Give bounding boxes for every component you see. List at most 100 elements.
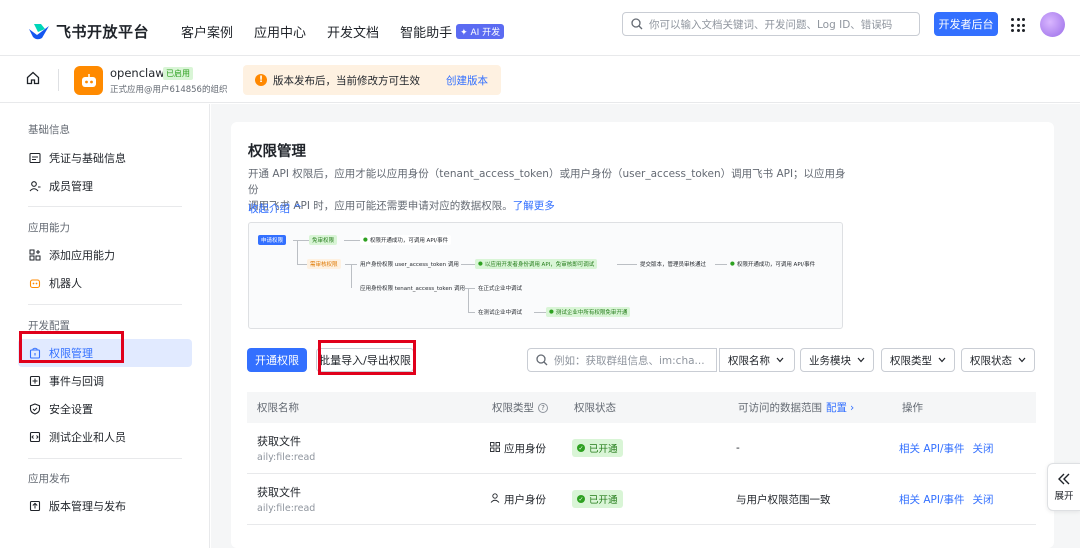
chevron-right-icon: › (850, 401, 855, 414)
permission-search-input[interactable]: 例如：获取群组信息、im:cha... (527, 348, 717, 372)
related-api-link[interactable]: 相关 API/事件 (899, 441, 965, 456)
flow-review: 需审核权限 (307, 259, 341, 269)
robot-icon (28, 277, 41, 290)
flow-apply: 申请权限 (258, 235, 287, 245)
app-identity-icon (490, 441, 500, 455)
permission-flow-diagram: 申请权限 免审权限 ● 权限开通成功，可调用 API/事件 需审核权限 用户身份权… (248, 222, 843, 329)
doc-search-input[interactable]: 你可以输入文档关键词、开发问题、Log ID、错误码 (622, 12, 920, 36)
flow-formal: 在正式企业中调试 (478, 286, 523, 292)
table-row: 获取文件 aily:file:read 应用身份 ✓ 已开通 - 相关 API/事… (247, 423, 1036, 474)
search-icon (536, 354, 548, 366)
col-permission-name: 权限名称 (257, 402, 299, 414)
actions-cell: 相关 API/事件 关闭 (899, 423, 994, 473)
learn-more-link[interactable]: 了解更多 (513, 200, 555, 212)
highlight-box-batch (318, 340, 416, 375)
sidebar-item-members[interactable]: 成员管理 (18, 172, 192, 200)
highlight-box-permissions (19, 331, 124, 363)
member-icon (28, 180, 41, 193)
apps-grid-icon[interactable] (1011, 18, 1025, 32)
flow-connector (468, 312, 475, 313)
flow-connector (297, 240, 298, 264)
chevron-down-icon (1018, 354, 1026, 366)
main-nav: 客户案例 应用中心 开发文档 智能助手 ✦ AI 开发 (181, 22, 525, 41)
app-bar: openclaw 已启用 正式应用@用户614856的组织 ! 版本发布后，当前… (0, 57, 1080, 103)
user-avatar[interactable] (1040, 12, 1065, 37)
flow-user-result: ● 以应用开发者身份调用 API，免审核即可调试 (475, 259, 598, 269)
flow-connector (715, 264, 727, 265)
filter-permission-name[interactable]: 权限名称 (719, 348, 795, 372)
sidebar-group-release: 应用发布 (28, 473, 70, 485)
col-permission-type: 权限类型? (492, 392, 548, 423)
add-capability-icon (28, 249, 41, 262)
flow-free-result: ● 权限开通成功，可调用 API/事件 (360, 235, 452, 245)
app-name: openclaw (110, 66, 165, 80)
flow-connector (461, 264, 475, 265)
permission-status-cell: ✓ 已开通 (572, 474, 623, 524)
filter-business-module[interactable]: 业务模块 (800, 348, 874, 372)
filter-permission-type[interactable]: 权限类型 (881, 348, 955, 372)
table-row: 获取文件 aily:file:read 用户身份 ✓ 已开通 与用户权限范围一致 … (247, 474, 1036, 525)
help-icon: ? (538, 402, 548, 413)
feishu-logo-icon (28, 23, 50, 41)
flow-connector (534, 312, 546, 313)
sidebar-item-credentials[interactable]: 凭证与基础信息 (18, 144, 192, 172)
permission-type-cell: 应用身份 (490, 423, 546, 473)
nav-app-center[interactable]: 应用中心 (254, 22, 306, 41)
expand-panel-button[interactable]: 展开 (1047, 463, 1080, 511)
flow-user-identity: 用户身份权限 user_access_token 调用 (360, 262, 459, 268)
chevron-down-icon (776, 354, 784, 366)
flow-connector (351, 264, 352, 288)
config-link[interactable]: 配置 (826, 400, 847, 415)
search-icon (631, 18, 643, 30)
developer-console-button[interactable]: 开发者后台 (934, 12, 998, 36)
permission-type-cell: 用户身份 (490, 474, 546, 524)
ai-badge: ✦ AI 开发 (456, 24, 505, 39)
col-permission-status: 权限状态 (574, 402, 616, 414)
chevron-down-icon (857, 354, 865, 366)
actions-cell: 相关 API/事件 关闭 (899, 474, 994, 524)
sidebar-item-security[interactable]: 安全设置 (18, 395, 192, 423)
divider (28, 458, 182, 459)
sidebar-group-basic: 基础信息 (28, 124, 70, 136)
permission-name-cell: 获取文件 aily:file:read (257, 435, 316, 463)
collapse-intro-toggle[interactable]: 收起介绍 ^ (248, 201, 302, 216)
chevron-down-icon (938, 354, 946, 366)
publish-icon (28, 500, 41, 513)
home-icon[interactable] (26, 71, 40, 85)
app-status-badge: 已启用 (163, 67, 193, 80)
related-api-link[interactable]: 相关 API/事件 (899, 492, 965, 507)
user-identity-icon (490, 492, 500, 506)
close-permission-link[interactable]: 关闭 (973, 441, 994, 456)
create-version-link[interactable]: 创建版本 (446, 73, 488, 88)
sidebar-item-add-capability[interactable]: 添加应用能力 (18, 241, 192, 269)
app-subtitle: 正式应用@用户614856的组织 (110, 85, 228, 95)
flow-connector (468, 288, 469, 312)
brand-name: 飞书开放平台 (56, 23, 150, 41)
close-permission-link[interactable]: 关闭 (973, 492, 994, 507)
status-badge: ✓ 已开通 (572, 490, 623, 508)
nav-ai-assistant[interactable]: 智能助手 ✦ AI 开发 (400, 22, 505, 41)
divider (58, 69, 59, 91)
flow-connector (617, 264, 637, 265)
sidebar-item-publish[interactable]: 版本管理与发布 (18, 492, 192, 520)
brand-logo[interactable]: 飞书开放平台 (28, 21, 149, 42)
nav-customer-cases[interactable]: 客户案例 (181, 22, 233, 41)
test-icon (28, 431, 41, 444)
permission-status-cell: ✓ 已开通 (572, 423, 623, 473)
col-data-range: 可访问的数据范围 配置 › (738, 400, 855, 415)
filter-permission-status[interactable]: 权限状态 (961, 348, 1035, 372)
table-header: 权限名称 权限类型? 权限状态 可访问的数据范围 配置 › 操作 (247, 392, 1036, 423)
release-notice: ! 版本发布后，当前修改方可生效 创建版本 (243, 65, 501, 95)
status-badge: ✓ 已开通 (572, 439, 623, 457)
col-actions: 操作 (902, 402, 923, 414)
sidebar-item-events[interactable]: 事件与回调 (18, 367, 192, 395)
open-permission-button[interactable]: 开通权限 (247, 348, 307, 372)
nav-dev-docs[interactable]: 开发文档 (327, 22, 379, 41)
flow-connector (297, 264, 307, 265)
check-icon: ✓ (577, 444, 585, 452)
sidebar-item-test-org[interactable]: 测试企业和人员 (18, 423, 192, 451)
flow-submit: 提交版本，管理员审核通过 (640, 262, 707, 268)
credential-icon (28, 152, 41, 165)
sidebar-item-robot[interactable]: 机器人 (18, 269, 192, 297)
sidebar: 基础信息 凭证与基础信息 成员管理 应用能力 添加应用能力 机器人 开发配置 权… (0, 104, 210, 548)
